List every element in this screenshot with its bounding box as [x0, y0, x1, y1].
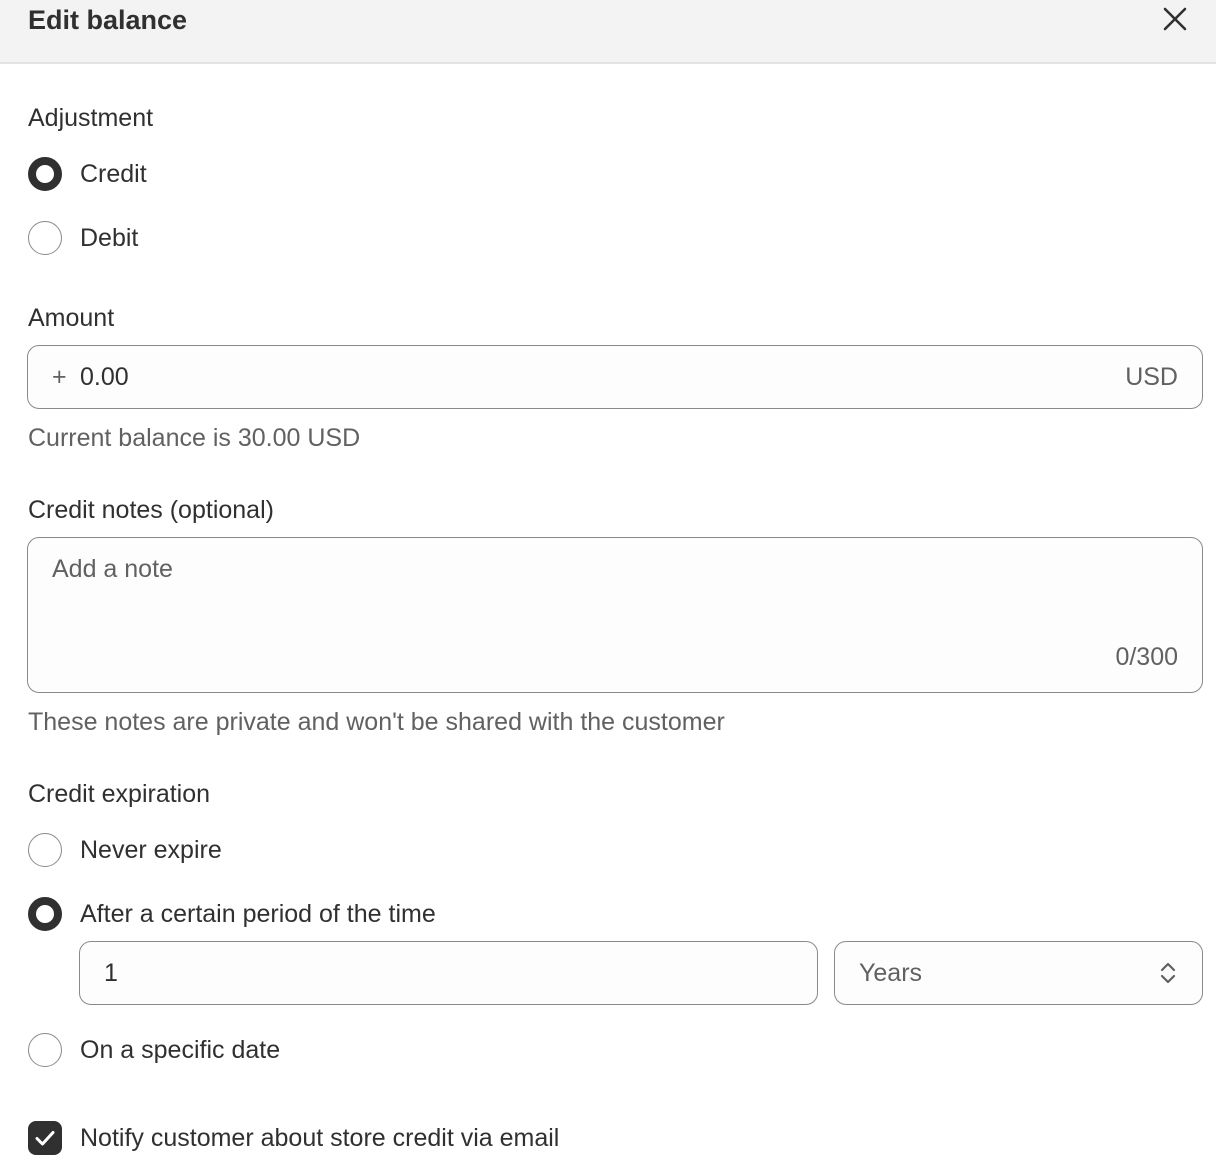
radio-debit-control[interactable]	[28, 221, 62, 255]
notify-checkbox[interactable]	[28, 1121, 62, 1155]
period-value: 1	[104, 959, 118, 987]
radio-never-expire[interactable]: Never expire	[28, 830, 728, 870]
modal-title: Edit balance	[28, 5, 188, 35]
notes-placeholder: Add a note	[52, 555, 173, 583]
credit-notes-label: Credit notes (optional)	[28, 496, 274, 524]
amount-sign: +	[52, 363, 67, 391]
radio-never-expire-control[interactable]	[28, 833, 62, 867]
amount-label: Amount	[28, 304, 115, 332]
radio-credit-label: Credit	[80, 160, 147, 188]
radio-specific-date[interactable]: On a specific date	[28, 1030, 728, 1070]
period-value-input[interactable]: 1	[79, 941, 818, 1005]
radio-debit-label: Debit	[80, 224, 139, 252]
current-balance-text: Current balance is 30.00 USD	[28, 424, 361, 452]
radio-credit-control[interactable]	[28, 157, 62, 191]
radio-after-period[interactable]: After a certain period of the time	[28, 894, 728, 934]
radio-debit[interactable]: Debit	[28, 218, 728, 258]
checkmark-icon	[35, 1131, 55, 1146]
adjustment-label: Adjustment	[28, 104, 154, 132]
amount-input[interactable]: + 0.00 USD	[27, 345, 1203, 409]
radio-specific-date-control[interactable]	[28, 1033, 62, 1067]
notes-help-text: These notes are private and won't be sha…	[28, 708, 725, 736]
period-unit-select[interactable]: Years	[834, 941, 1203, 1005]
close-button[interactable]	[1158, 2, 1192, 36]
credit-expiration-label: Credit expiration	[28, 780, 211, 808]
radio-after-period-control[interactable]	[28, 897, 62, 931]
radio-credit[interactable]: Credit	[28, 154, 728, 194]
select-chevron-icon	[1160, 962, 1176, 984]
radio-after-period-label: After a certain period of the time	[80, 900, 436, 928]
modal-header: Edit balance	[0, 0, 1216, 64]
amount-value: 0.00	[80, 363, 129, 391]
radio-never-expire-label: Never expire	[80, 836, 222, 864]
credit-notes-textarea[interactable]: Add a note 0/300	[27, 537, 1203, 693]
amount-currency: USD	[1125, 363, 1178, 391]
period-unit-value: Years	[859, 959, 923, 987]
notify-checkbox-label[interactable]: Notify customer about store credit via e…	[80, 1122, 559, 1154]
character-counter: 0/300	[1115, 643, 1178, 671]
close-icon	[1163, 7, 1187, 31]
radio-specific-date-label: On a specific date	[80, 1036, 281, 1064]
